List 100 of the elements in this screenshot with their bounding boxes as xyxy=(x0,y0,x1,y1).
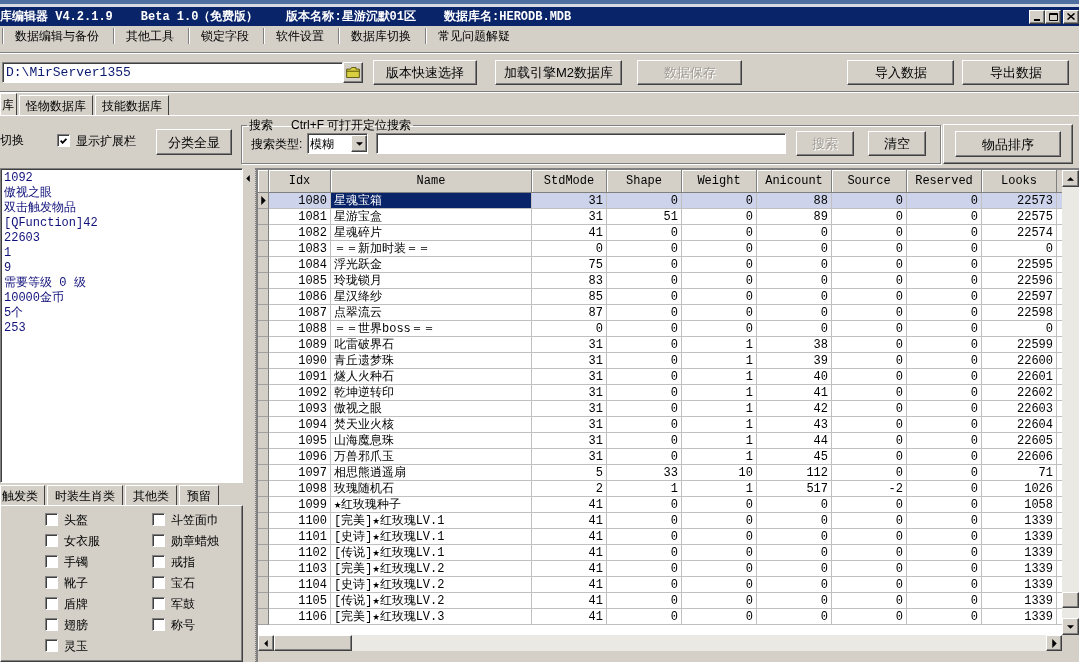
scroll-left-button[interactable] xyxy=(258,635,274,651)
memo-line: 9 xyxy=(4,261,12,276)
table-row[interactable]: 1102 [传说]★红玫瑰LV.1 41 0 0 0 0 0 1339 xyxy=(258,545,1062,561)
table-row[interactable]: 1089 叱雷破界石 31 0 1 38 0 0 22599 xyxy=(258,337,1062,353)
search-field[interactable] xyxy=(376,133,787,154)
column-header[interactable]: Source xyxy=(832,170,907,193)
table-row[interactable]: 1085 玲珑锁月 83 0 0 0 0 0 22596 xyxy=(258,273,1062,289)
memo-line: 1092 xyxy=(4,171,33,186)
column-header[interactable]: Anicount xyxy=(757,170,832,193)
table-row[interactable]: 1086 星汉绛纱 85 0 0 0 0 0 22597 xyxy=(258,289,1062,305)
checkbox[interactable] xyxy=(152,513,165,526)
checkbox-label: 宝石 xyxy=(171,576,195,589)
tab[interactable]: 怪物数据库 xyxy=(19,95,93,115)
checkbox[interactable] xyxy=(152,576,165,589)
checkbox-label: 称号 xyxy=(171,618,195,631)
vertical-scrollbar[interactable] xyxy=(1062,170,1079,635)
table-row[interactable]: 1097 相思熊逍遥扇 5 33 10 112 0 0 71 xyxy=(258,465,1062,481)
column-header[interactable]: Shape xyxy=(607,170,682,193)
scroll-down-button[interactable] xyxy=(1062,618,1079,635)
checkbox[interactable] xyxy=(45,513,58,526)
table-row[interactable]: 1090 青丘遗梦珠 31 0 1 39 0 0 22600 xyxy=(258,353,1062,369)
checkbox[interactable] xyxy=(45,534,58,547)
table-row[interactable]: 1088 ＝＝世界boss＝＝ 0 0 0 0 0 0 0 xyxy=(258,321,1062,337)
tab[interactable]: 库 xyxy=(0,93,17,115)
table-row[interactable]: 1081 星游宝盒 31 51 0 89 0 0 22575 xyxy=(258,209,1062,225)
dropdown-button[interactable] xyxy=(351,135,368,152)
checkbox[interactable] xyxy=(152,618,165,631)
table-row[interactable]: 1092 乾坤逆转印 31 0 1 41 0 0 22602 xyxy=(258,385,1062,401)
menu-item[interactable]: 其他工具 xyxy=(126,30,174,42)
show-all-button[interactable]: 分类全显 xyxy=(156,129,232,155)
checkbox[interactable] xyxy=(45,597,58,610)
table-row[interactable]: 1094 焚天业火核 31 0 1 43 0 0 22604 xyxy=(258,417,1062,433)
table-row[interactable]: 1080 星魂宝箱 31 0 0 88 0 0 22573 xyxy=(258,193,1062,209)
table-row[interactable]: 1100 [完美]★红玫瑰LV.1 41 0 0 0 0 0 1339 xyxy=(258,513,1062,529)
table-row[interactable]: 1101 [史诗]★红玫瑰LV.1 41 0 0 0 0 0 1339 xyxy=(258,529,1062,545)
row-selector[interactable] xyxy=(258,193,269,209)
column-header[interactable]: Looks xyxy=(982,170,1057,193)
checkbox[interactable] xyxy=(45,639,58,652)
tab[interactable]: 其他类 xyxy=(125,485,177,505)
scroll-thumb[interactable] xyxy=(1062,592,1079,608)
memo-line: 双击触发物品 xyxy=(4,201,76,216)
checkbox-label: 军鼓 xyxy=(171,597,195,610)
checkbox[interactable] xyxy=(152,597,165,610)
search-type-label: 搜索类型: xyxy=(251,137,303,150)
scroll-up-button[interactable] xyxy=(1062,170,1079,187)
menu-item[interactable]: 数据库切换 xyxy=(351,30,411,42)
search-button[interactable]: 清空 xyxy=(868,131,927,156)
column-header[interactable]: Weight xyxy=(682,170,757,193)
table-row[interactable]: 1082 星魂碎片 41 0 0 0 0 0 22574 xyxy=(258,225,1062,241)
table-row[interactable]: 1083 ＝＝新加时装＝＝ 0 0 0 0 0 0 0 xyxy=(258,241,1062,257)
checkbox-label: 翅膀 xyxy=(64,618,88,631)
horizontal-scrollbar[interactable] xyxy=(258,635,1062,651)
menu-item[interactable]: 常见问题解疑 xyxy=(438,30,510,42)
tab[interactable]: 技能数据库 xyxy=(95,95,169,115)
browse-folder-button[interactable] xyxy=(343,62,363,83)
column-header[interactable]: Idx xyxy=(269,170,331,193)
table-cell: 星魂宝箱 xyxy=(331,193,532,209)
checkbox[interactable] xyxy=(45,618,58,631)
table-row[interactable]: 1099 ★红玫瑰种子 41 0 0 0 0 0 1058 xyxy=(258,497,1062,513)
checkbox[interactable] xyxy=(152,534,165,547)
maximize-button[interactable] xyxy=(1045,9,1061,24)
column-header[interactable]: Reserved xyxy=(907,170,982,193)
sort-button[interactable]: 物品排序 xyxy=(955,131,1061,157)
checkbox-label: 头盔 xyxy=(64,513,88,526)
table-row[interactable]: 1091 燧人火种石 31 0 1 40 0 0 22601 xyxy=(258,369,1062,385)
menu-item[interactable]: 软件设置 xyxy=(276,30,324,42)
row-pointer-icon xyxy=(260,196,266,205)
checkbox[interactable] xyxy=(45,576,58,589)
column-header[interactable]: StdMode xyxy=(532,170,607,193)
tab[interactable]: 时装生肖类 xyxy=(47,485,123,505)
table-row[interactable]: 1104 [史诗]★红玫瑰LV.2 41 0 0 0 0 0 1339 xyxy=(258,577,1062,593)
table-row[interactable]: 1087 点翠流云 87 0 0 0 0 0 22598 xyxy=(258,305,1062,321)
details-memo[interactable]: 1092 傲视之眼 双击触发物品 [QFunction]42 22603 1 9 需要等级 0 级 10000金币 5个 253 xyxy=(0,168,243,483)
path-field[interactable]: D:\MirServer1355 xyxy=(2,62,343,83)
checkbox[interactable] xyxy=(57,134,70,147)
scroll-thumb[interactable] xyxy=(274,635,352,651)
table-row[interactable]: 1103 [完美]★红玫瑰LV.2 41 0 0 0 0 0 1339 xyxy=(258,561,1062,577)
table-row[interactable]: 1096 万兽邪爪玉 31 0 1 45 0 0 22606 xyxy=(258,449,1062,465)
checkbox-label: 灵玉 xyxy=(64,639,88,652)
menu-item[interactable]: 锁定字段 xyxy=(201,30,249,42)
close-button[interactable] xyxy=(1063,9,1079,24)
table-row[interactable]: 1098 玫瑰随机石 2 1 1 517 -2 0 1026 xyxy=(258,481,1062,497)
toolbar-button[interactable]: 导入数据 xyxy=(847,60,954,85)
toolbar-button[interactable]: 版本快速选择 xyxy=(373,60,477,85)
tab[interactable]: 触发类 xyxy=(0,485,45,505)
column-header[interactable]: Name xyxy=(331,170,532,193)
table-row[interactable]: 1105 [传说]★红玫瑰LV.2 41 0 0 0 0 0 1339 xyxy=(258,593,1062,609)
tab[interactable]: 预留 xyxy=(179,485,219,505)
toolbar-button[interactable]: 加载引擎M2数据库 xyxy=(495,60,622,85)
checkbox[interactable] xyxy=(45,555,58,568)
table-row[interactable]: 1095 山海魔息珠 31 0 1 44 0 0 22605 xyxy=(258,433,1062,449)
table-row[interactable]: 1093 傲视之眼 31 0 1 42 0 0 22603 xyxy=(258,401,1062,417)
checkbox[interactable] xyxy=(152,555,165,568)
search-type-select[interactable]: 模糊 xyxy=(307,133,369,154)
menu-item[interactable]: 数据编辑与备份 xyxy=(15,30,99,42)
table-row[interactable]: 1084 浮光跃金 75 0 0 0 0 0 22595 xyxy=(258,257,1062,273)
scroll-right-button[interactable] xyxy=(1046,635,1062,651)
toolbar-button[interactable]: 导出数据 xyxy=(962,60,1069,85)
minimize-button[interactable] xyxy=(1029,9,1045,24)
table-row[interactable]: 1106 [完美]★红玫瑰LV.3 41 0 0 0 0 0 1339 xyxy=(258,609,1062,625)
